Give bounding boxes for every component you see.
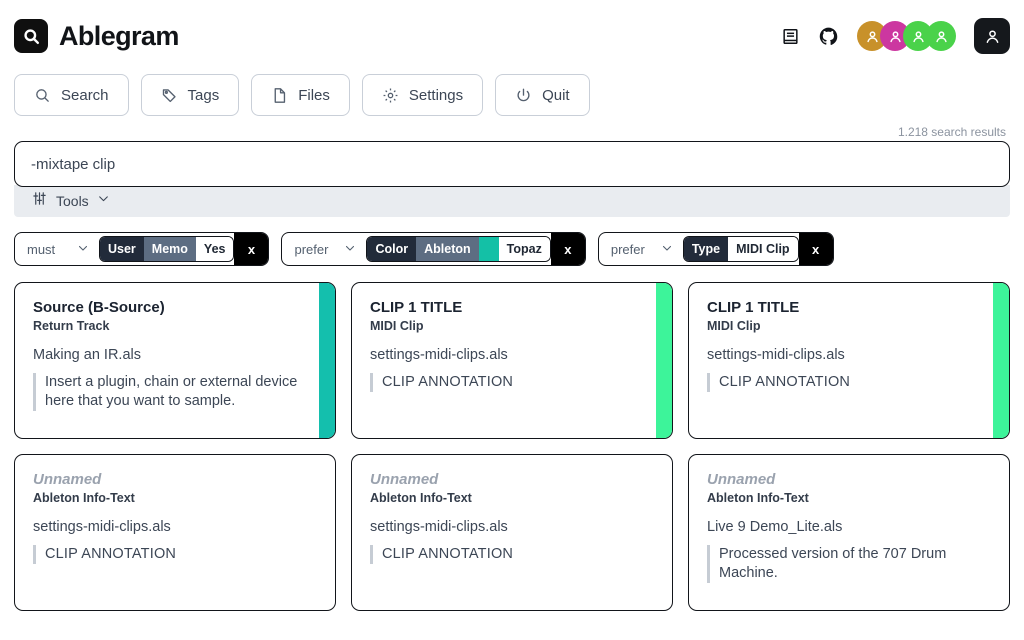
- card-annotation: CLIP ANNOTATION: [33, 544, 306, 564]
- filter-segment-field[interactable]: Type: [683, 237, 729, 261]
- tag-icon: [161, 87, 178, 104]
- filter-mode-label: prefer: [294, 241, 329, 257]
- nav-button-quit[interactable]: Quit: [495, 74, 590, 116]
- result-card[interactable]: Unnamed Ableton Info-Text settings-midi-…: [14, 454, 336, 611]
- header-actions: [771, 18, 1010, 54]
- card-subtitle: MIDI Clip: [370, 319, 424, 334]
- card-title: CLIP 1 TITLE: [707, 299, 800, 316]
- app-title: Ablegram: [59, 20, 179, 51]
- card-filename: settings-midi-clips.als: [707, 347, 845, 364]
- avatar[interactable]: [926, 21, 956, 51]
- card-annotation: Insert a plugin, chain or external devic…: [33, 372, 306, 411]
- search-icon: [34, 87, 51, 104]
- filter-value-group[interactable]: Color Ableton Topaz: [366, 236, 551, 262]
- filter-chip[interactable]: prefer Type MIDI Clip x: [597, 232, 834, 266]
- card-title: Source (B-Source): [33, 299, 165, 316]
- filter-segment-value[interactable]: MIDI Clip: [728, 237, 798, 261]
- tools-bar[interactable]: Tools: [14, 185, 1010, 217]
- logo-search-icon: [14, 19, 48, 53]
- filter-remove-button[interactable]: x: [550, 233, 585, 265]
- chevron-down-icon: [97, 192, 110, 210]
- chevron-down-icon: [344, 242, 356, 257]
- chevron-down-icon: [661, 242, 673, 257]
- result-card[interactable]: CLIP 1 TITLE MIDI Clip settings-midi-cli…: [688, 282, 1010, 439]
- card-subtitle: Ableton Info-Text: [370, 491, 472, 506]
- filter-value-group[interactable]: Type MIDI Clip: [682, 236, 799, 262]
- nav-button-settings[interactable]: Settings: [361, 74, 484, 116]
- nav-button-tags[interactable]: Tags: [140, 74, 240, 116]
- filter-mode-select[interactable]: prefer: [599, 233, 683, 265]
- card-title: Unnamed: [370, 471, 439, 488]
- result-card[interactable]: Source (B-Source) Return Track Making an…: [14, 282, 336, 439]
- brand: Ablegram: [14, 19, 179, 53]
- card-filename: settings-midi-clips.als: [370, 519, 508, 536]
- tools-label: Tools: [56, 193, 89, 209]
- nav-label: Quit: [542, 86, 570, 104]
- filter-value-group[interactable]: User Memo Yes: [99, 236, 235, 262]
- filter-mode-label: must: [27, 241, 56, 257]
- nav-label: Tags: [187, 86, 220, 104]
- card-color-bar: [993, 283, 1009, 438]
- color-swatch: [478, 237, 499, 261]
- filter-segment-value[interactable]: Yes: [195, 237, 234, 261]
- card-filename: settings-midi-clips.als: [370, 347, 508, 364]
- card-annotation: CLIP ANNOTATION: [707, 372, 980, 392]
- nav-button-search[interactable]: Search: [14, 74, 129, 116]
- results-count: 1.218 search results: [897, 125, 1006, 139]
- filter-chips: must User Memo Yes x prefer Color Ableto…: [14, 232, 1010, 266]
- card-title: Unnamed: [707, 471, 776, 488]
- card-filename: Making an IR.als: [33, 347, 141, 364]
- results-grid: Source (B-Source) Return Track Making an…: [14, 282, 1010, 611]
- card-filename: settings-midi-clips.als: [33, 519, 171, 536]
- power-icon: [515, 87, 532, 104]
- file-icon: [271, 87, 288, 104]
- sliders-icon: [32, 191, 47, 211]
- filter-mode-label: prefer: [610, 241, 645, 257]
- filter-remove-button[interactable]: x: [234, 233, 269, 265]
- card-filename: Live 9 Demo_Lite.als: [707, 519, 843, 536]
- card-subtitle: MIDI Clip: [707, 319, 761, 334]
- search-input[interactable]: [14, 141, 1010, 187]
- filter-mode-select[interactable]: prefer: [282, 233, 366, 265]
- filter-segment-key[interactable]: Memo: [143, 237, 196, 261]
- gear-icon: [382, 87, 399, 104]
- card-subtitle: Return Track: [33, 319, 110, 334]
- filter-segment-key[interactable]: Ableton: [416, 237, 479, 261]
- card-title: Unnamed: [33, 471, 102, 488]
- card-subtitle: Ableton Info-Text: [707, 491, 809, 506]
- chevron-down-icon: [77, 242, 89, 257]
- card-title: CLIP 1 TITLE: [370, 299, 463, 316]
- app-header: Ablegram: [14, 0, 1010, 62]
- docs-icon[interactable]: [771, 19, 809, 53]
- result-card[interactable]: Unnamed Ableton Info-Text settings-midi-…: [351, 454, 673, 611]
- card-subtitle: Ableton Info-Text: [33, 491, 135, 506]
- card-color-bar: [319, 283, 335, 438]
- nav-label: Settings: [408, 86, 464, 104]
- card-color-bar: [656, 283, 672, 438]
- result-card[interactable]: Unnamed Ableton Info-Text Live 9 Demo_Li…: [688, 454, 1010, 611]
- nav-label: Search: [61, 86, 109, 104]
- app-root: Ablegram Search Tags Files Settings Quit…: [0, 0, 1024, 640]
- filter-chip[interactable]: must User Memo Yes x: [14, 232, 270, 266]
- account-button[interactable]: [974, 18, 1010, 54]
- filter-segment-field[interactable]: Color: [367, 237, 417, 261]
- avatar-group[interactable]: [857, 21, 956, 51]
- nav-button-files[interactable]: Files: [251, 74, 350, 116]
- card-annotation: Processed version of the 707 Drum Machin…: [707, 544, 980, 583]
- filter-chip[interactable]: prefer Color Ableton Topaz x: [281, 232, 586, 266]
- search-area: Tools: [14, 141, 1010, 217]
- main-nav: Search Tags Files Settings Quit: [14, 74, 1010, 116]
- card-annotation: CLIP ANNOTATION: [370, 372, 643, 392]
- card-annotation: CLIP ANNOTATION: [370, 544, 643, 564]
- filter-remove-button[interactable]: x: [798, 233, 833, 265]
- result-card[interactable]: CLIP 1 TITLE MIDI Clip settings-midi-cli…: [351, 282, 673, 439]
- nav-label: Files: [298, 86, 330, 104]
- filter-mode-select[interactable]: must: [15, 233, 99, 265]
- filter-segment-value[interactable]: Topaz: [498, 237, 550, 261]
- filter-segment-field[interactable]: User: [100, 237, 144, 261]
- github-icon[interactable]: [809, 19, 847, 53]
